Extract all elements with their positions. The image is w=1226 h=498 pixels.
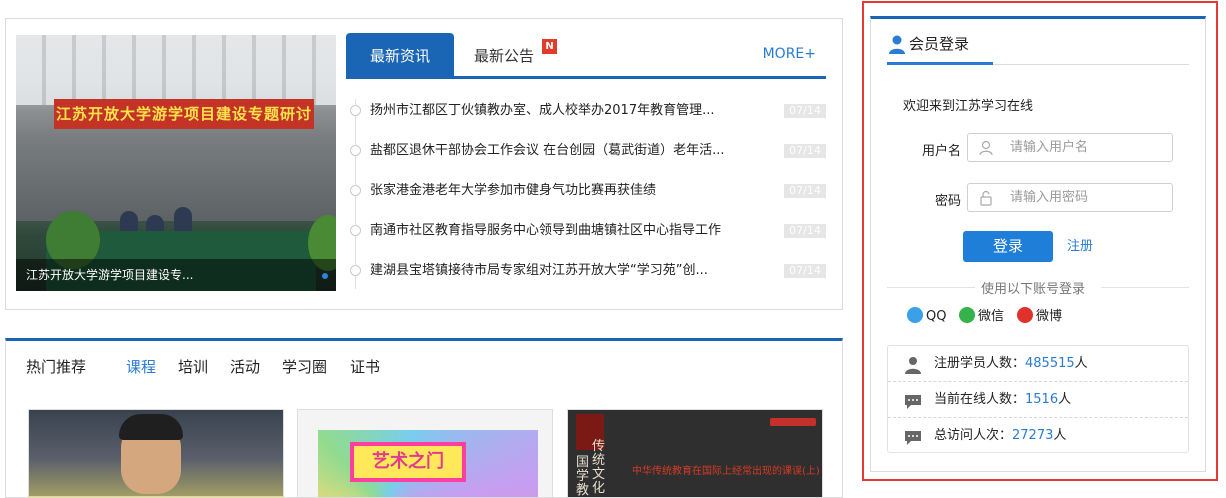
card-vertical-title: 国学教 [576,455,590,498]
hot-recommend-panel: 热门推荐 课程 培训 活动 学习圈 证书 艺术之门 传统文化 国学教 中华传统教… [5,338,843,498]
person-icon [979,140,993,156]
news-date: 07/14 [784,144,826,158]
password-placeholder: 请输入用密码 [1010,190,1089,205]
login-header: 会员登录 [887,23,1189,65]
timeline-dot-icon [350,185,361,196]
lock-icon [980,190,992,206]
weibo-icon [1017,307,1033,323]
timeline-dot-icon [350,145,361,156]
tab-certificate[interactable]: 证书 [350,341,380,393]
slide-indicator-dot[interactable] [322,273,328,279]
new-badge: N [542,39,557,54]
tab-activity[interactable]: 活动 [230,341,260,393]
news-title[interactable]: 张家港金港老年大学参加市健身气功比赛再获佳绩 [370,179,770,203]
card-logo [770,418,816,426]
timeline-dot-icon [350,105,361,116]
other-login-text: 使用以下账号登录 [981,282,1086,297]
news-list: 扬州市江都区丁伙镇教办室、成人校举办2017年教育管理... 07/14 盐都区… [346,89,826,299]
login-button[interactable]: 登录 [963,231,1053,262]
news-date: 07/14 [784,264,826,278]
hot-title: 热门推荐 [26,358,87,376]
news-photo-slideshow[interactable]: 江苏开放大学游学项目建设专题研讨会 江苏开放大学游学项目建设专... [16,35,336,291]
course-card[interactable] [28,409,284,497]
more-link[interactable]: MORE+ [763,33,816,75]
username-label: 用户名 [921,144,961,159]
news-item[interactable]: 建湖县宝塔镇接待市局专家组对江苏开放大学“学习苑”创... 07/14 [346,259,826,283]
register-link[interactable]: 注册 [1067,231,1093,262]
news-item[interactable]: 张家港金港老年大学参加市健身气功比赛再获佳绩 07/14 [346,179,826,203]
news-panel: 江苏开放大学游学项目建设专题研讨会 江苏开放大学游学项目建设专... 最新资讯 … [5,18,843,310]
divider-line [887,287,975,288]
news-title[interactable]: 建湖县宝塔镇接待市局专家组对江苏开放大学“学习苑”创... [370,259,770,283]
login-title-underline [887,62,993,65]
photo-banner: 江苏开放大学游学项目建设专题研讨会 [54,99,314,153]
photo-person [174,207,192,233]
qq-icon [907,307,923,323]
course-card[interactable]: 传统文化 国学教 中华传统教育在国际上经常出现的课误(上) [567,409,823,498]
wechat-icon [959,307,975,323]
news-item[interactable]: 南通市社区教育指导服务中心领导到曲塘镇社区中心指导工作 07/14 [346,219,826,243]
photo-stage [16,135,336,221]
password-label: 密码 [934,194,961,209]
news-title[interactable]: 扬州市江都区丁伙镇教办室、成人校举办2017年教育管理... [370,99,770,123]
chat-icon [905,431,921,445]
news-date: 07/14 [784,104,826,118]
news-tabs: 最新资讯 最新公告 N MORE+ [346,33,826,79]
timeline-dot-icon [350,265,361,276]
course-card[interactable]: 艺术之门 [297,409,553,497]
chat-icon [905,395,921,409]
lecturer-hair [119,414,183,440]
password-field[interactable]: 请输入用密码 [967,183,1173,212]
card-vertical-title: 传统文化 [592,439,606,496]
stat-row: 当前在线人数：1516人 [888,382,1188,418]
weibo-login[interactable]: 微博 [1017,307,1062,325]
news-date: 07/14 [784,224,826,238]
art-gate-logo: 艺术之门 [350,442,466,482]
tab-study-circle[interactable]: 学习圈 [282,341,327,393]
login-panel: 会员登录 欢迎来到江苏学习在线 用户名 请输入用户名 密码 请输入用密码 登录 … [870,16,1206,472]
stat-row: 总访问人次：27273人 [888,418,1188,454]
qq-label: QQ [926,309,947,324]
registered-count: 注册学员人数：485515人 [934,356,1088,371]
card-subtitle: 中华传统教育在国际上经常出现的课误(上) [632,466,820,477]
wechat-login[interactable]: 微信 [959,307,1004,325]
news-date: 07/14 [784,184,826,198]
hot-tabs: 热门推荐 课程 培训 活动 学习圈 证书 [6,341,842,393]
welcome-text: 欢迎来到江苏学习在线 [903,99,1034,114]
tab-latest-notice[interactable]: 最新公告 [474,33,534,76]
photo-caption[interactable]: 江苏开放大学游学项目建设专... [16,259,336,291]
news-title[interactable]: 盐都区退休干部协会工作会议 在台创园（葛武街道）老年活... [370,139,770,163]
login-title: 会员登录 [909,35,970,53]
tab-latest-news[interactable]: 最新资讯 [346,33,454,76]
user-icon [889,35,905,54]
online-count: 当前在线人数：1516人 [934,392,1072,407]
wechat-label: 微信 [978,309,1005,324]
tab-training[interactable]: 培训 [178,341,208,393]
photo-ceiling [16,35,336,105]
news-title[interactable]: 南通市社区教育指导服务中心领导到曲塘镇社区中心指导工作 [370,219,770,243]
news-item[interactable]: 扬州市江都区丁伙镇教办室、成人校举办2017年教育管理... 07/14 [346,99,826,123]
member-icon [905,357,921,374]
weibo-label: 微博 [1036,309,1063,324]
tab-course[interactable]: 课程 [126,341,156,393]
site-stats: 注册学员人数：485515人 当前在线人数：1516人 总访问人次：27273人 [887,345,1189,453]
qq-login[interactable]: QQ [907,307,946,325]
divider-line [1101,287,1189,288]
timeline-dot-icon [350,225,361,236]
stat-row: 注册学员人数：485515人 [888,346,1188,382]
visit-count: 总访问人次：27273人 [934,428,1067,443]
username-field[interactable]: 请输入用户名 [967,133,1173,162]
news-item[interactable]: 盐都区退休干部协会工作会议 在台创园（葛武街道）老年活... 07/14 [346,139,826,163]
username-placeholder: 请输入用户名 [1010,140,1089,155]
